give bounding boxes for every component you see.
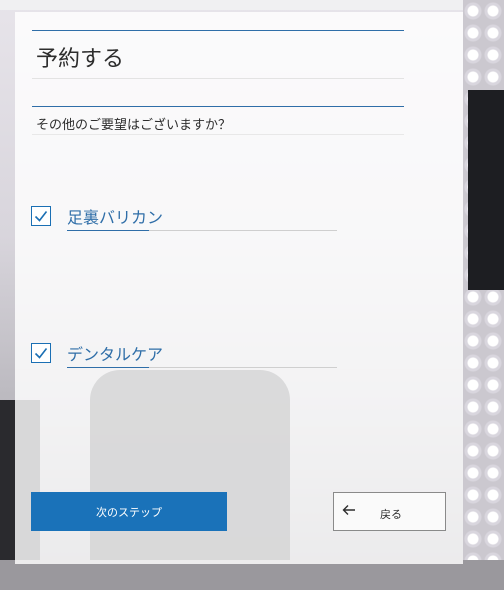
title-underline: [32, 78, 404, 79]
option-sole-clipper[interactable]: 足裏バリカン: [31, 206, 341, 236]
next-step-button[interactable]: 次のステップ: [31, 492, 227, 531]
back-button[interactable]: 戻る: [333, 492, 446, 531]
option-dental-care[interactable]: デンタルケア: [31, 343, 341, 373]
option-checkbox[interactable]: [31, 206, 51, 226]
background-top-strip: [0, 0, 504, 10]
background-wall-pattern: [463, 0, 504, 590]
option-underline-accent: [67, 230, 149, 231]
background-tv: [468, 90, 504, 290]
option-label: デンタルケア: [67, 345, 164, 364]
booking-form-panel: [15, 12, 463, 564]
next-step-label: 次のステップ: [96, 505, 162, 519]
page-title: 予約する: [36, 47, 125, 72]
title-top-rule: [32, 30, 404, 31]
question-text: その他のご要望はございますか？: [36, 118, 232, 133]
question-top-rule: [32, 106, 404, 107]
option-underline-accent: [67, 367, 149, 368]
option-label: 足裏バリカン: [67, 208, 164, 227]
question-underline: [32, 134, 404, 135]
arrow-left-icon: [342, 505, 355, 515]
option-checkbox[interactable]: [31, 343, 51, 363]
back-label: 戻る: [380, 508, 402, 521]
checkmark-icon: [34, 348, 48, 359]
checkmark-icon: [34, 211, 48, 222]
background-floor: [0, 560, 504, 590]
